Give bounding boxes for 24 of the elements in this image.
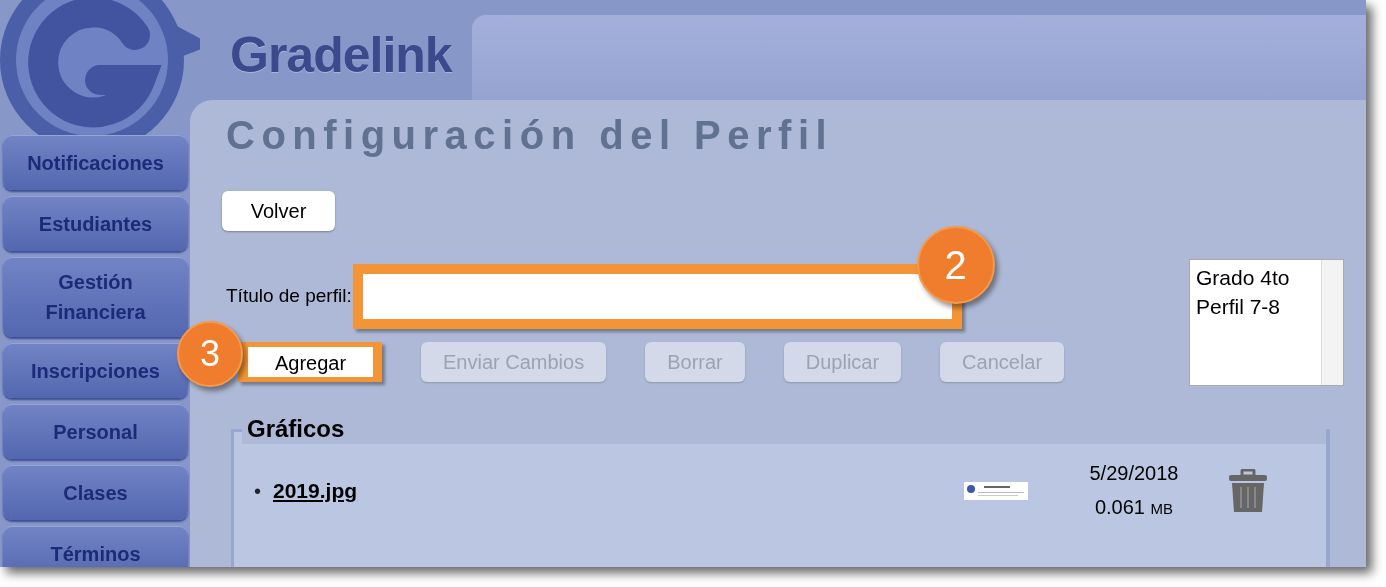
profile-list[interactable]: Grado 4to Perfil 7-8: [1189, 259, 1344, 386]
nav-button[interactable]: Inscripciones: [3, 343, 188, 398]
page-title: Configuración del Perfil: [226, 112, 835, 159]
callout-badge: 3: [177, 321, 243, 387]
file-size: 0.061: [1094, 496, 1145, 518]
file-link[interactable]: 2019.jpg: [273, 475, 358, 507]
scrollbar[interactable]: [1321, 260, 1343, 385]
nav-button[interactable]: Gestión Financiera: [3, 257, 188, 337]
field-label: Título de perfil:: [226, 284, 352, 309]
size-unit: MB: [1150, 500, 1174, 517]
bullet-icon: •: [254, 476, 261, 506]
trash-icon[interactable]: [1228, 469, 1268, 513]
action-button[interactable]: Agregar: [248, 347, 373, 377]
callout-badge: 2: [916, 226, 995, 304]
brand-name: Gradelink: [230, 26, 452, 85]
file-date: 5/29/2018: [1088, 461, 1180, 486]
nav-button[interactable]: Personal: [3, 404, 188, 459]
back-button[interactable]: Volver: [222, 191, 335, 231]
nav-button[interactable]: Notificaciones: [3, 135, 188, 190]
nav-button[interactable]: Clases: [3, 465, 188, 520]
nav-button[interactable]: Estudiantes: [3, 196, 188, 251]
list-item[interactable]: Perfil 7-8: [1196, 292, 1315, 321]
list-item[interactable]: Grado 4to: [1196, 263, 1315, 292]
nav-button[interactable]: Términos: [3, 526, 188, 567]
